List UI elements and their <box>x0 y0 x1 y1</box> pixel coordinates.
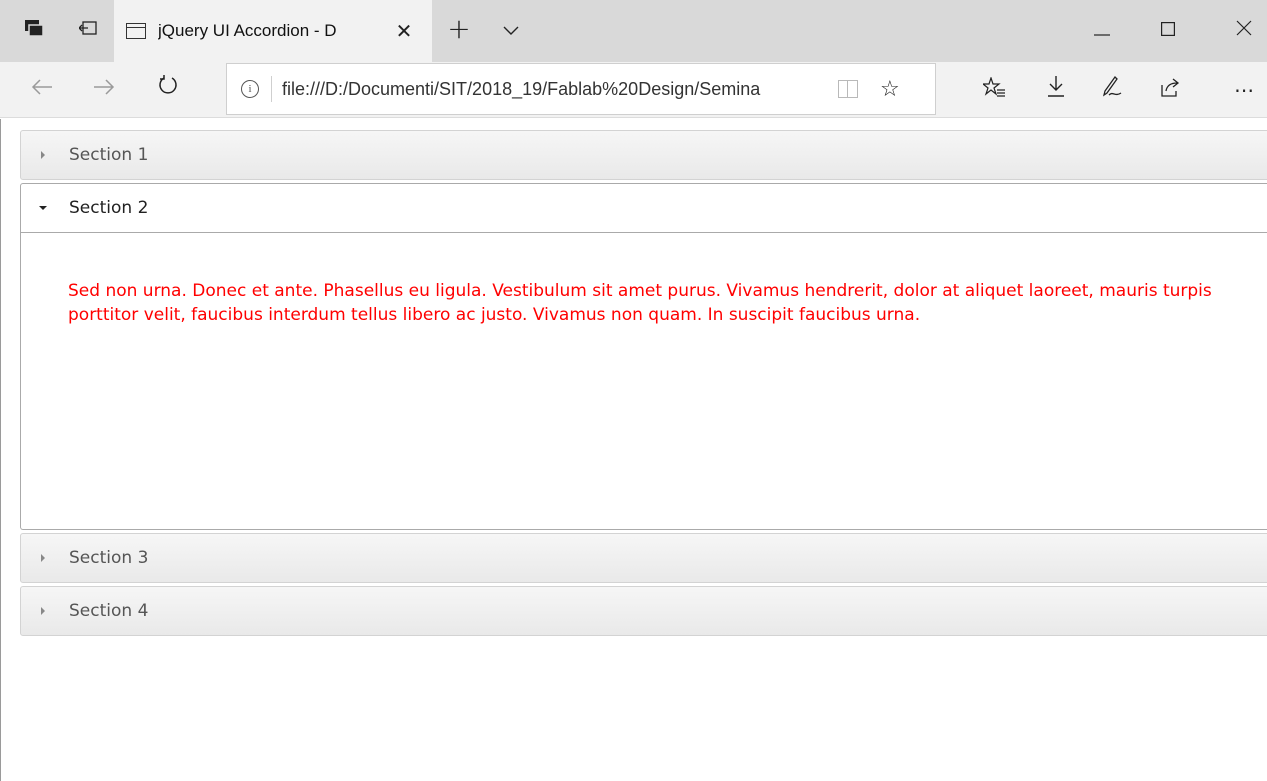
share-icon[interactable] <box>1152 72 1188 108</box>
close-tab-icon[interactable]: ✕ <box>392 19 416 43</box>
forward-arrow-icon[interactable] <box>86 72 122 108</box>
pen-icon[interactable] <box>1094 72 1130 108</box>
accordion-header-section-1[interactable]: Section 1 <box>20 130 1267 180</box>
accordion-header-label: Section 1 <box>69 145 149 165</box>
back-arrow-icon[interactable] <box>24 72 60 108</box>
accordion-panel-text: Sed non urna. Donec et ante. Phasellus e… <box>68 281 1212 325</box>
page-content: Section 1 Section 2 Sed non urna. Donec … <box>0 119 1267 781</box>
browser-titlebar: jQuery UI Accordion - D ✕ + <box>0 0 1267 62</box>
reading-view-icon[interactable] <box>838 80 858 98</box>
triangle-right-icon <box>41 607 45 615</box>
info-icon[interactable]: i <box>241 80 259 98</box>
maximize-button[interactable] <box>1148 14 1188 48</box>
triangle-right-icon <box>41 151 45 159</box>
accordion-header-section-4[interactable]: Section 4 <box>20 586 1267 636</box>
accordion: Section 1 Section 2 Sed non urna. Donec … <box>20 130 1267 639</box>
new-tab-button[interactable]: + <box>442 14 476 48</box>
minimize-button[interactable] <box>1082 14 1122 48</box>
browser-navbar: i file:///D:/Documenti/SIT/2018_19/Fabla… <box>0 62 1267 118</box>
favorites-list-icon[interactable] <box>976 72 1012 108</box>
accordion-header-label: Section 3 <box>69 548 149 568</box>
address-bar[interactable]: i file:///D:/Documenti/SIT/2018_19/Fabla… <box>226 63 936 115</box>
accordion-header-section-3[interactable]: Section 3 <box>20 533 1267 583</box>
browser-tab-active[interactable]: jQuery UI Accordion - D ✕ <box>114 0 432 62</box>
page-icon <box>126 23 146 39</box>
tab-actions-icon[interactable] <box>20 14 48 42</box>
address-separator <box>271 76 272 102</box>
set-aside-tabs-icon[interactable] <box>74 14 102 42</box>
accordion-header-label: Section 2 <box>69 198 149 218</box>
accordion-panel-section-2: Sed non urna. Donec et ante. Phasellus e… <box>20 233 1267 530</box>
refresh-icon[interactable] <box>150 72 186 108</box>
chevron-down-icon[interactable] <box>494 14 528 48</box>
triangle-right-icon <box>41 554 45 562</box>
star-icon[interactable]: ☆ <box>880 77 900 102</box>
close-window-button[interactable] <box>1224 14 1264 48</box>
download-icon[interactable] <box>1038 72 1074 108</box>
url-text[interactable]: file:///D:/Documenti/SIT/2018_19/Fablab%… <box>282 79 832 100</box>
more-icon[interactable]: ⋯ <box>1226 72 1262 108</box>
accordion-header-label: Section 4 <box>69 601 149 621</box>
accordion-header-section-2[interactable]: Section 2 <box>20 183 1267 233</box>
tab-title: jQuery UI Accordion - D <box>158 21 337 40</box>
triangle-down-icon <box>39 206 47 210</box>
